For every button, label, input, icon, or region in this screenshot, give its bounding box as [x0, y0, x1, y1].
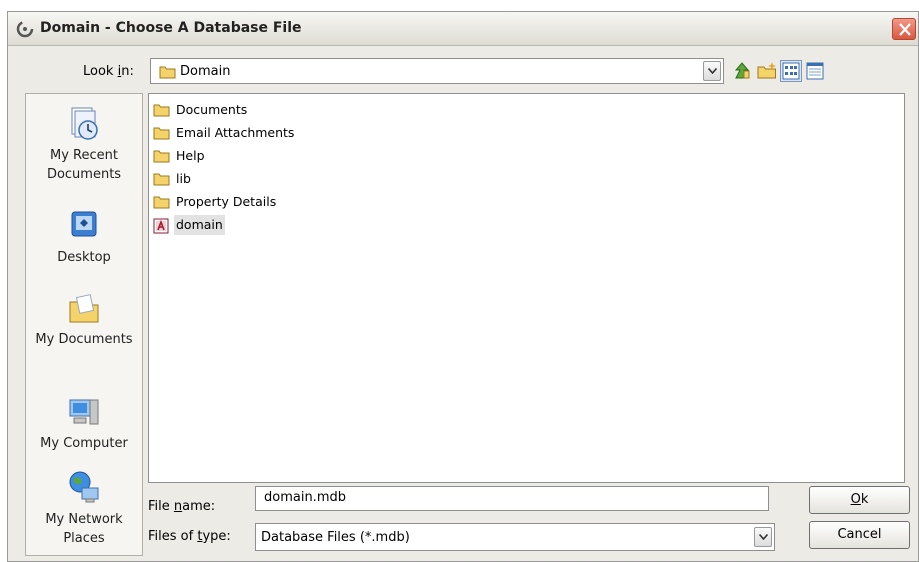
look-in-dropdown-arrow[interactable] — [703, 61, 721, 81]
places-desktop[interactable]: Desktop — [26, 208, 142, 267]
my-computer-icon — [69, 399, 99, 425]
details-view-button[interactable] — [804, 60, 826, 82]
places-my-network-places-label: My Network Places — [45, 512, 123, 546]
look-in-dropdown[interactable]: Domain — [150, 58, 724, 84]
file-type-dropdown[interactable]: Database Files (*.mdb) — [255, 523, 775, 551]
places-my-computer[interactable]: My Computer — [26, 394, 142, 453]
title-bar[interactable]: Domain - Choose A Database File — [8, 12, 918, 46]
file-name: lib — [176, 171, 191, 186]
desktop-icon — [71, 211, 97, 237]
new-folder-button[interactable] — [756, 60, 778, 82]
file-name: Help — [176, 148, 205, 163]
cancel-button[interactable]: Cancel — [809, 521, 910, 549]
places-my-network-places[interactable]: My Network Places — [26, 470, 142, 548]
folder-icon — [153, 172, 170, 192]
file-type-dropdown-arrow[interactable] — [754, 527, 772, 547]
places-recent-documents-label: My Recent Documents — [46, 148, 122, 182]
file-name-label: File name: — [148, 499, 216, 514]
close-button[interactable] — [892, 18, 916, 40]
new-folder-icon — [757, 62, 776, 79]
file-name: Property Details — [176, 194, 277, 209]
places-desktop-label: Desktop — [57, 250, 111, 265]
folder-icon — [153, 126, 170, 146]
folder-icon — [153, 149, 170, 169]
my-documents-icon — [69, 294, 99, 323]
window-title: Domain - Choose A Database File — [40, 20, 302, 36]
close-icon — [899, 23, 911, 36]
up-one-level-button[interactable] — [732, 60, 754, 82]
file-name: domain — [174, 215, 225, 235]
list-view-button[interactable] — [780, 60, 802, 82]
access-database-icon — [153, 218, 169, 240]
places-recent-documents[interactable]: My Recent Documents — [26, 106, 142, 184]
folder-icon — [153, 195, 170, 215]
recent-documents-icon — [71, 107, 98, 140]
file-name-field[interactable]: domain.mdb — [255, 486, 769, 511]
folder-icon — [159, 65, 176, 83]
places-bar: My Recent Documents Desktop My Documents… — [25, 93, 143, 556]
file-list[interactable]: Documents Email Attachments Help lib Pro… — [148, 93, 905, 483]
file-type-label: Files of type: — [148, 529, 231, 544]
app-logo-icon — [16, 20, 34, 38]
places-my-computer-label: My Computer — [40, 436, 128, 451]
folder-icon — [153, 103, 170, 123]
chevron-down-icon — [759, 534, 768, 540]
look-in-value: Domain — [180, 64, 231, 79]
places-my-documents-label: My Documents — [35, 332, 133, 347]
chevron-down-icon — [708, 68, 717, 74]
up-one-level-icon — [734, 62, 750, 79]
look-in-label: Look in: — [83, 64, 134, 79]
ok-button[interactable]: Ok — [809, 486, 910, 514]
list-view-icon — [782, 62, 800, 80]
choose-file-dialog: Domain - Choose A Database File Look in:… — [7, 11, 919, 562]
details-view-icon — [806, 62, 824, 80]
file-name: Documents — [176, 102, 248, 117]
file-type-value: Database Files (*.mdb) — [261, 530, 410, 545]
network-places-icon — [69, 471, 99, 503]
places-my-documents[interactable]: My Documents — [26, 290, 142, 349]
file-name: Email Attachments — [176, 125, 295, 140]
